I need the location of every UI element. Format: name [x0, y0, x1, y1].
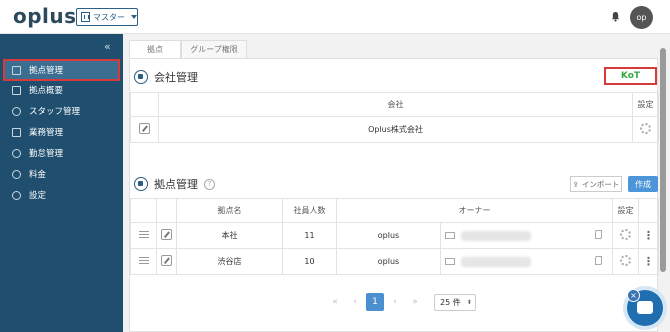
- table-row: 渋谷店 10 oplus ⋮: [130, 248, 659, 275]
- column-header-owner: オーナー: [336, 198, 613, 223]
- sidebar-item-label: 設定: [29, 191, 47, 201]
- employee-count-cell: 10: [282, 248, 337, 275]
- more-options-icon[interactable]: ⋮: [643, 255, 654, 268]
- branch-section-title: 拠点管理 ?: [134, 176, 215, 192]
- master-dropdown[interactable]: マスター: [76, 8, 138, 26]
- sidebar: « 拠点管理 拠点概要 スタッフ管理 業務管理 勤怠管理 料金 設定: [0, 34, 123, 332]
- bell-icon[interactable]: [611, 11, 620, 22]
- master-dropdown-label: マスター: [93, 12, 125, 22]
- column-header-employee-count: 社員人数: [282, 198, 337, 223]
- main-content: 拠点 グループ権限 会社管理 KoT 会社 設定 Oplus株式会社 拠点管理 …: [123, 34, 670, 332]
- table-header-row: 拠点名 社員人数 オーナー 設定: [130, 198, 659, 223]
- sidebar-item-settings[interactable]: 設定: [4, 185, 119, 205]
- edit-icon[interactable]: [161, 229, 172, 240]
- gear-icon: [12, 190, 21, 200]
- branch-table: 拠点名 社員人数 オーナー 設定 本社 11 oplus ⋮ 渋谷店 10 op…: [130, 198, 659, 275]
- building-icon: [134, 70, 148, 84]
- gear-icon[interactable]: [620, 229, 631, 240]
- drag-handle-icon[interactable]: [138, 257, 149, 264]
- company-section-title: 会社管理: [134, 69, 198, 85]
- import-button[interactable]: ⇪ インポート: [570, 176, 622, 192]
- more-options-icon[interactable]: ⋮: [643, 229, 654, 242]
- tab-branch[interactable]: 拠点: [129, 40, 181, 58]
- sidebar-item-staff[interactable]: スタッフ管理: [4, 101, 119, 121]
- redacted-email: [461, 256, 531, 267]
- branch-name-cell: 本社: [176, 222, 283, 249]
- company-table: 会社 設定 Oplus株式会社: [130, 92, 659, 143]
- document-icon: [12, 85, 21, 95]
- table-row: 本社 11 oplus ⋮: [130, 222, 659, 249]
- sidebar-item-label: 勤怠管理: [29, 149, 64, 159]
- company-section-title-text: 会社管理: [154, 71, 198, 84]
- kot-logo-text: KoT: [620, 71, 641, 81]
- employee-count-cell: 11: [282, 222, 337, 249]
- upload-icon: ⇪: [572, 179, 579, 189]
- sidebar-item-tasks[interactable]: 業務管理: [4, 122, 119, 142]
- pagination: « ‹ 1 › » 25 件 ⬍: [326, 293, 476, 311]
- top-header: oplus マスター op: [0, 0, 670, 34]
- user-avatar[interactable]: op: [630, 6, 653, 29]
- mail-icon: [445, 258, 455, 265]
- edit-icon[interactable]: [139, 123, 150, 134]
- collapse-sidebar-icon[interactable]: «: [104, 40, 111, 53]
- scrollbar[interactable]: [660, 48, 666, 272]
- updown-icon: ⬍: [466, 298, 472, 306]
- sidebar-item-pricing[interactable]: 料金: [4, 164, 119, 184]
- per-page-select[interactable]: 25 件 ⬍: [434, 293, 476, 311]
- sidebar-item-label: 拠点概要: [29, 86, 64, 96]
- sidebar-item-branch-management[interactable]: 拠点管理: [3, 59, 120, 81]
- calendar-icon: [12, 127, 21, 137]
- clock-icon: [12, 148, 21, 158]
- phone-icon: [594, 256, 602, 265]
- column-header-settings: 設定: [632, 92, 659, 117]
- yen-icon: [12, 169, 21, 179]
- per-page-value: 25 件: [440, 297, 461, 307]
- column-header-branch-name: 拠点名: [176, 198, 283, 223]
- building-icon: [81, 12, 90, 22]
- content-panel: 会社管理 KoT 会社 設定 Oplus株式会社 拠点管理 ? ⇪ インポート …: [129, 58, 659, 332]
- person-icon: [12, 106, 21, 116]
- gear-icon[interactable]: [640, 123, 651, 134]
- first-page-button[interactable]: «: [326, 293, 344, 311]
- prev-page-button[interactable]: ‹: [346, 293, 364, 311]
- column-header-settings: 設定: [612, 198, 639, 223]
- redacted-email: [461, 230, 531, 241]
- chat-bubble-icon: [637, 301, 653, 314]
- sidebar-item-label: 業務管理: [29, 128, 64, 138]
- sidebar-item-attendance[interactable]: 勤怠管理: [4, 143, 119, 163]
- sidebar-item-branch-overview[interactable]: 拠点概要: [4, 80, 119, 100]
- drag-handle-icon[interactable]: [138, 231, 149, 238]
- mail-icon: [445, 232, 455, 239]
- branch-name-cell: 渋谷店: [176, 248, 283, 275]
- table-header-row: 会社 設定: [130, 92, 659, 117]
- chevron-down-icon: [131, 15, 137, 19]
- gear-icon[interactable]: [620, 255, 631, 266]
- next-page-button[interactable]: ›: [386, 293, 404, 311]
- phone-icon: [594, 230, 602, 239]
- help-icon[interactable]: ?: [204, 178, 215, 190]
- kot-button[interactable]: KoT: [604, 67, 657, 85]
- branch-section-title-text: 拠点管理: [154, 178, 198, 191]
- app-logo[interactable]: oplus: [13, 4, 77, 28]
- company-name-cell: Oplus株式会社: [158, 116, 633, 143]
- last-page-button[interactable]: »: [406, 293, 424, 311]
- table-row: Oplus株式会社: [130, 116, 659, 143]
- tab-group-permissions[interactable]: グループ権限: [181, 40, 247, 58]
- owner-name-cell: oplus: [336, 248, 441, 275]
- owner-name-cell: oplus: [336, 222, 441, 249]
- sidebar-item-label: 料金: [29, 170, 47, 180]
- branch-icon: [134, 177, 148, 191]
- edit-icon[interactable]: [161, 255, 172, 266]
- sidebar-item-label: 拠点管理: [29, 66, 64, 76]
- import-button-label: インポート: [581, 179, 620, 189]
- create-button[interactable]: 作成: [628, 176, 658, 192]
- current-page-button[interactable]: 1: [366, 293, 384, 311]
- close-icon[interactable]: ×: [627, 289, 640, 302]
- building-icon: [12, 65, 21, 75]
- sidebar-item-label: スタッフ管理: [29, 107, 81, 117]
- column-header-company: 会社: [158, 92, 633, 117]
